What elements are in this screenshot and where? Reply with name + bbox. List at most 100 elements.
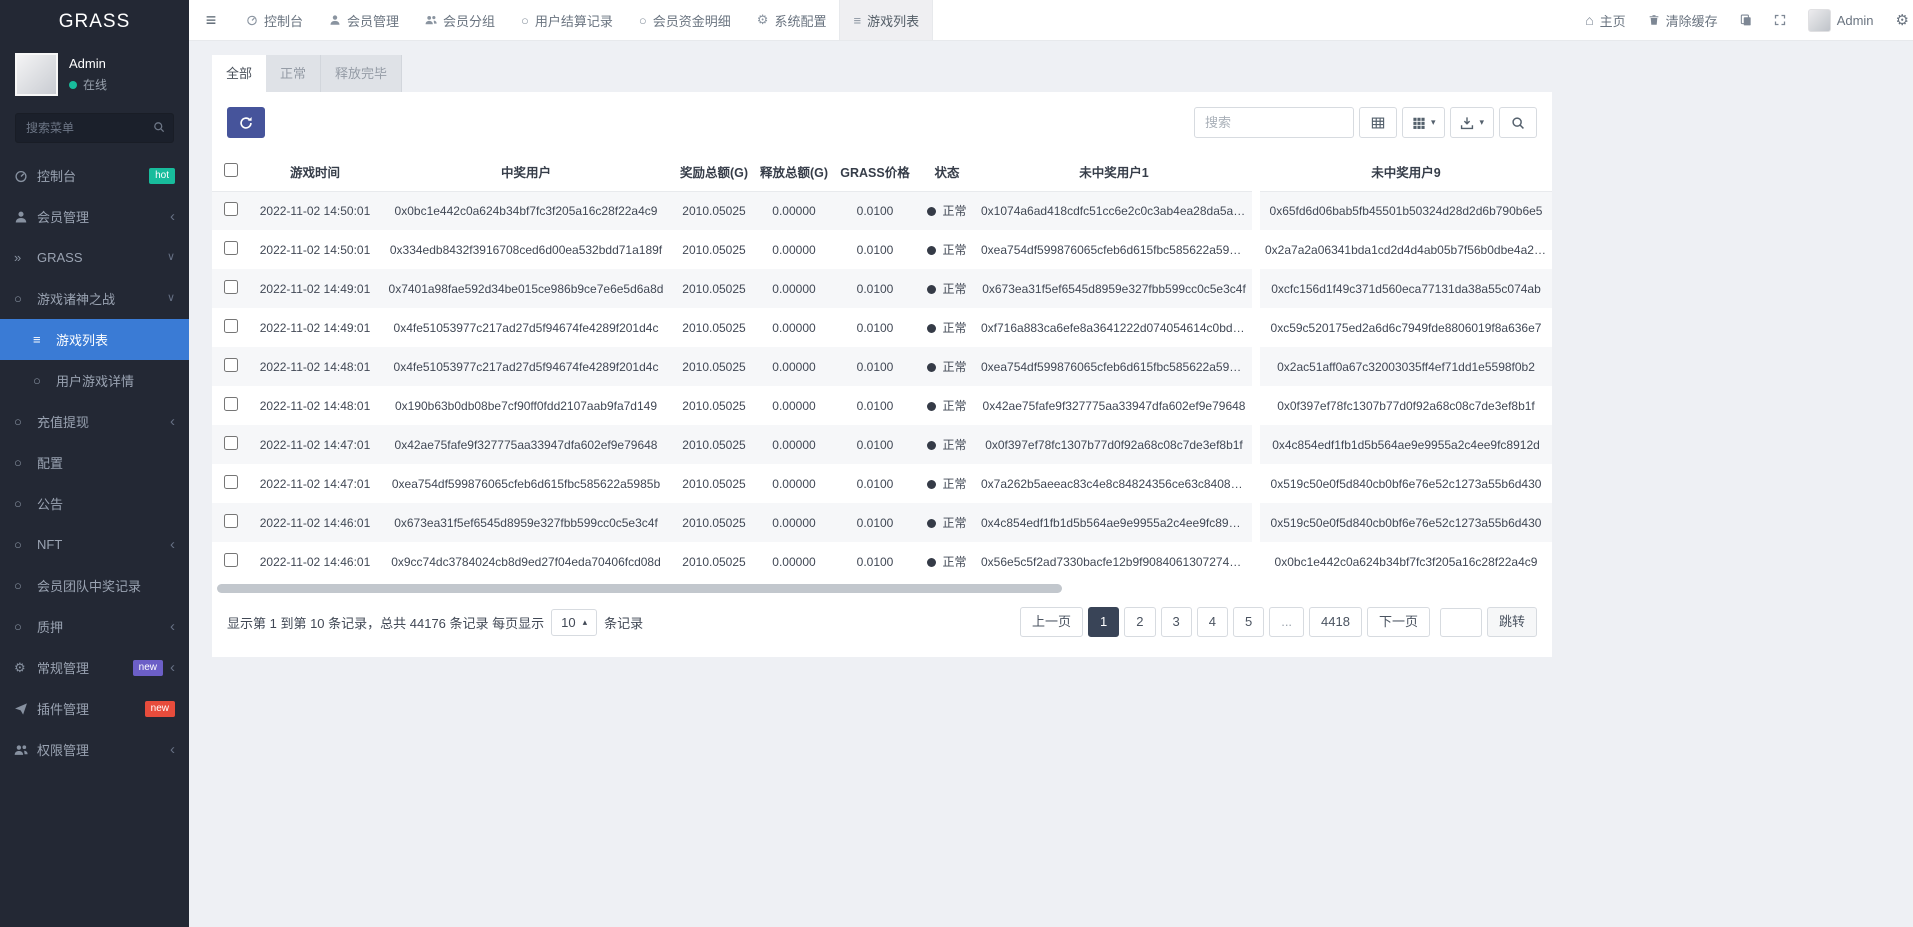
page-button-5[interactable]: 5: [1233, 607, 1264, 637]
table-row[interactable]: 2022-11-02 14:49:01 0x4fe51053977c217ad2…: [212, 308, 1552, 347]
header-loser9[interactable]: 未中奖用户9: [1256, 153, 1552, 191]
table-row[interactable]: 2022-11-02 14:49:01 0x7401a98fae592d34be…: [212, 269, 1552, 308]
per-page-select[interactable]: 10 ▴: [551, 609, 597, 636]
topnav-tab-fund-details[interactable]: ○ 会员资金明细: [626, 0, 744, 40]
header-winner[interactable]: 中奖用户: [380, 153, 672, 191]
clear-cache-link[interactable]: 清除缓存: [1637, 0, 1729, 40]
page-button-3[interactable]: 3: [1161, 607, 1192, 637]
settings-button[interactable]: ⚙: [1885, 0, 1913, 40]
row-checkbox[interactable]: [224, 553, 238, 567]
jump-page-input[interactable]: [1440, 608, 1482, 637]
header-price[interactable]: GRASS价格: [832, 153, 918, 191]
sidebar-item-staking[interactable]: ○ 质押 ‹: [0, 606, 189, 647]
sidebar-item-game-list[interactable]: ≡ 游戏列表: [0, 319, 189, 360]
sidebar-item-game-gods-war[interactable]: ○ 游戏诸神之战 ∨: [0, 278, 189, 319]
header-game-time[interactable]: 游戏时间: [250, 153, 380, 191]
row-checkbox[interactable]: [224, 319, 238, 333]
status-label: 正常: [942, 516, 966, 530]
page-button-4[interactable]: 4: [1197, 607, 1228, 637]
sidebar-item-dashboard[interactable]: 控制台 hot: [0, 155, 189, 196]
chevron-left-icon: ‹: [170, 209, 175, 224]
status-dot-icon: [927, 363, 936, 372]
row-checkbox[interactable]: [224, 475, 238, 489]
sidebar: GRASS Admin 在线 控制台 hot 会员管理: [0, 0, 189, 927]
refresh-button[interactable]: [227, 107, 265, 138]
topnav-tab-member-groups[interactable]: 会员分组: [412, 0, 508, 40]
header-checkbox-cell: [212, 153, 250, 191]
sidebar-item-members[interactable]: 会员管理 ‹: [0, 196, 189, 237]
page-button-2[interactable]: 2: [1124, 607, 1155, 637]
topnav-tab-dashboard[interactable]: 控制台: [233, 0, 316, 40]
circle-icon: ○: [33, 373, 56, 388]
users-icon: [14, 743, 37, 757]
filter-tab-normal[interactable]: 正常: [266, 55, 321, 92]
sidebar-item-announcement[interactable]: ○ 公告: [0, 483, 189, 524]
table-row[interactable]: 2022-11-02 14:46:01 0x673ea31f5ef6545d89…: [212, 503, 1552, 542]
sidebar-search-input[interactable]: [15, 113, 174, 143]
sidebar-item-team-winning-records[interactable]: ○ 会员团队中奖记录: [0, 565, 189, 606]
sidebar-item-label: GRASS: [37, 250, 83, 265]
sidebar-item-general-management[interactable]: ⚙ 常规管理 new ‹: [0, 647, 189, 688]
fullscreen-button[interactable]: [1763, 0, 1797, 40]
header-loser1[interactable]: 未中奖用户1: [976, 153, 1256, 191]
table-row[interactable]: 2022-11-02 14:48:01 0x190b63b0db08be7cf9…: [212, 386, 1552, 425]
sidebar-item-user-game-detail[interactable]: ○ 用户游戏详情: [0, 360, 189, 401]
sidebar-item-config[interactable]: ○ 配置: [0, 442, 189, 483]
table-search-input[interactable]: [1194, 107, 1354, 138]
sidebar-item-recharge-withdraw[interactable]: ○ 充值提现 ‹: [0, 401, 189, 442]
table-row[interactable]: 2022-11-02 14:50:01 0x334edb8432f3916708…: [212, 230, 1552, 269]
sidebar-item-permission-management[interactable]: 权限管理 ‹: [0, 729, 189, 770]
cell-loser1: 0xea754df599876065cfeb6d615fbc585622a598…: [976, 230, 1256, 269]
cell-loser1: 0x673ea31f5ef6545d8959e327fbb599cc0c5e3c…: [976, 269, 1256, 308]
columns-button[interactable]: ▾: [1402, 107, 1446, 138]
filter-tab-released[interactable]: 释放完毕: [321, 55, 402, 92]
row-checkbox[interactable]: [224, 514, 238, 528]
per-page-value: 10: [561, 615, 575, 630]
sidebar-item-grass[interactable]: » GRASS ∨: [0, 237, 189, 278]
row-checkbox[interactable]: [224, 436, 238, 450]
circle-icon: ○: [14, 578, 37, 593]
sidebar-toggle-button[interactable]: ≡: [189, 0, 233, 40]
table-row[interactable]: 2022-11-02 14:47:01 0xea754df599876065cf…: [212, 464, 1552, 503]
page-button-last[interactable]: 4418: [1309, 607, 1362, 637]
header-reward[interactable]: 奖励总额(G): [672, 153, 756, 191]
table-row[interactable]: 2022-11-02 14:46:01 0x9cc74dc3784024cb8d…: [212, 542, 1552, 581]
copy-button[interactable]: [1729, 0, 1763, 40]
sidebar-item-plugin-management[interactable]: 插件管理 new: [0, 688, 189, 729]
page-button-1[interactable]: 1: [1088, 607, 1119, 637]
topnav-tab-game-list[interactable]: ≡ 游戏列表: [839, 0, 933, 40]
filter-tab-all[interactable]: 全部: [212, 55, 266, 92]
search-button[interactable]: [1499, 107, 1537, 138]
cell-loser9: 0xcfc156d1f49c371d560eca77131da38a55c074…: [1256, 269, 1552, 308]
scrollbar-thumb[interactable]: [217, 584, 1062, 593]
cell-reward: 2010.05025: [672, 386, 756, 425]
select-all-checkbox[interactable]: [224, 163, 238, 177]
topnav-tab-settlement-records[interactable]: ○ 用户结算记录: [508, 0, 626, 40]
user-avatar[interactable]: [15, 53, 58, 96]
table-row[interactable]: 2022-11-02 14:47:01 0x42ae75fafe9f327775…: [212, 425, 1552, 464]
admin-menu[interactable]: Admin: [1797, 0, 1885, 40]
toggle-view-button[interactable]: [1359, 107, 1397, 138]
cell-released: 0.00000: [756, 425, 832, 464]
export-button[interactable]: ▾: [1450, 107, 1494, 138]
table-row[interactable]: 2022-11-02 14:48:01 0x4fe51053977c217ad2…: [212, 347, 1552, 386]
next-page-button[interactable]: 下一页: [1367, 607, 1430, 637]
table-row[interactable]: 2022-11-02 14:50:01 0x0bc1e442c0a624b34b…: [212, 191, 1552, 230]
row-checkbox[interactable]: [224, 202, 238, 216]
chevron-left-icon: ‹: [170, 414, 175, 429]
row-checkbox[interactable]: [224, 397, 238, 411]
sidebar-item-nft[interactable]: ○ NFT ‹: [0, 524, 189, 565]
header-status[interactable]: 状态: [918, 153, 976, 191]
sidebar-search: [15, 113, 174, 143]
status-dot-icon: [927, 480, 936, 489]
prev-page-button[interactable]: 上一页: [1020, 607, 1083, 637]
row-checkbox[interactable]: [224, 280, 238, 294]
row-checkbox[interactable]: [224, 358, 238, 372]
sidebar-item-label: 游戏诸神之战: [37, 289, 115, 308]
home-link[interactable]: ⌂ 主页: [1574, 0, 1636, 40]
row-checkbox[interactable]: [224, 241, 238, 255]
jump-button[interactable]: 跳转: [1487, 607, 1537, 637]
topnav-tab-members[interactable]: 会员管理: [316, 0, 412, 40]
header-released[interactable]: 释放总额(G): [756, 153, 832, 191]
topnav-tab-system-config[interactable]: ⚙ 系统配置: [744, 0, 840, 40]
